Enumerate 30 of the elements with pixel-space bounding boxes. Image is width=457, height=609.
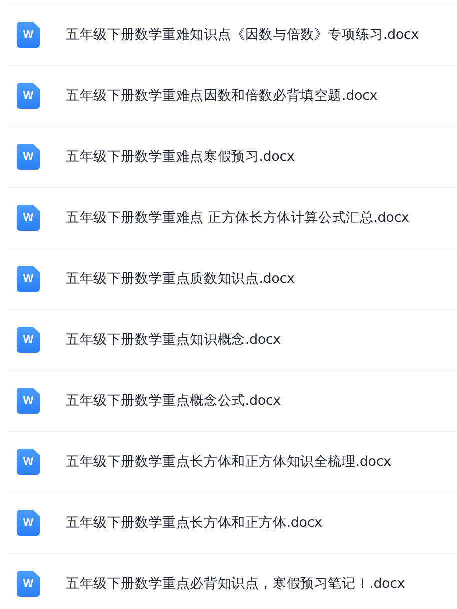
word-file-icon: W [17, 22, 40, 48]
word-file-icon: W [17, 83, 40, 109]
file-row[interactable]: W 五年级下册数学重点必背知识点，寒假预习笔记！.docx [8, 553, 457, 609]
file-row[interactable]: W 五年级下册数学重难知识点《因数与倍数》专项练习.docx [8, 4, 457, 65]
word-file-icon: W [17, 205, 40, 231]
file-name: 五年级下册数学重难知识点《因数与倍数》专项练习.docx [66, 26, 419, 44]
word-file-icon: W [17, 571, 40, 597]
file-name: 五年级下册数学重难点因数和倍数必背填空题.docx [66, 87, 378, 105]
file-name: 五年级下册数学重难点 正方体长方体计算公式汇总.docx [66, 209, 410, 227]
file-row[interactable]: W 五年级下册数学重难点 正方体长方体计算公式汇总.docx [8, 187, 457, 248]
file-row[interactable]: W 五年级下册数学重点长方体和正方体.docx [8, 492, 457, 553]
file-name: 五年级下册数学重点长方体和正方体知识全梳理.docx [66, 453, 392, 471]
word-file-icon: W [17, 144, 40, 170]
file-row[interactable]: W 五年级下册数学重点知识概念.docx [8, 309, 457, 370]
word-file-icon: W [17, 266, 40, 292]
file-name: 五年级下册数学重点知识概念.docx [66, 331, 281, 349]
file-row[interactable]: W 五年级下册数学重点概念公式.docx [8, 370, 457, 431]
word-file-icon: W [17, 388, 40, 414]
word-file-icon: W [17, 449, 40, 475]
word-file-icon: W [17, 327, 40, 353]
file-name: 五年级下册数学重点必背知识点，寒假预习笔记！.docx [66, 575, 406, 593]
file-name: 五年级下册数学重点长方体和正方体.docx [66, 514, 322, 532]
file-name: 五年级下册数学重点质数知识点.docx [66, 270, 295, 288]
file-name: 五年级下册数学重点概念公式.docx [66, 392, 281, 410]
file-row[interactable]: W 五年级下册数学重点长方体和正方体知识全梳理.docx [8, 431, 457, 492]
file-row[interactable]: W 五年级下册数学重难点因数和倍数必背填空题.docx [8, 65, 457, 126]
word-file-icon: W [17, 510, 40, 536]
file-name: 五年级下册数学重难点寒假预习.docx [66, 148, 295, 166]
file-row[interactable]: W 五年级下册数学重难点寒假预习.docx [8, 126, 457, 187]
file-row[interactable]: W 五年级下册数学重点质数知识点.docx [8, 248, 457, 309]
